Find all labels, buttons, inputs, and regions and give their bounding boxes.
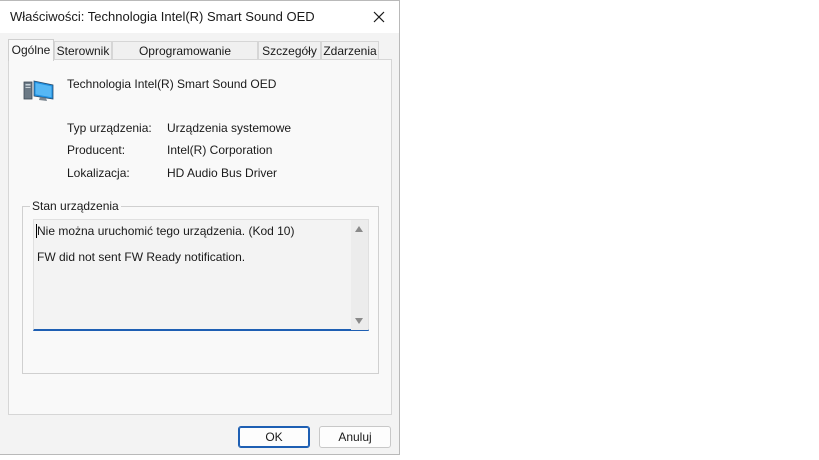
tab-label: Ogólne [11, 43, 51, 57]
tab-events[interactable]: Zdarzenia [321, 41, 379, 60]
device-type-value: Urządzenia systemowe [167, 121, 292, 135]
vertical-scrollbar[interactable] [351, 220, 368, 330]
scroll-up-arrow-icon[interactable] [355, 226, 363, 232]
tab-label: Zdarzenia [323, 44, 377, 58]
tab-label: Sterownik [56, 44, 110, 58]
device-status-group: Stan urządzenia Nie można uruchomić tego… [22, 199, 379, 374]
manufacturer-value: Intel(R) Corporation [167, 143, 273, 157]
ok-button[interactable]: OK [238, 426, 310, 448]
tab-driver[interactable]: Sterownik [54, 41, 112, 60]
window-title: Właściwości: Technologia Intel(R) Smart … [10, 9, 315, 24]
computer-device-icon [23, 80, 54, 101]
general-tab-panel: Technologia Intel(R) Smart Sound OED Typ… [8, 59, 392, 415]
properties-dialog: Właściwości: Technologia Intel(R) Smart … [0, 0, 400, 455]
tab-firmware[interactable]: Oprogramowanie układowe [112, 41, 258, 72]
device-status-legend: Stan urządzenia [30, 199, 121, 213]
location-label: Lokalizacja: [67, 166, 130, 180]
tab-strip: Ogólne Sterownik Oprogramowanie układowe… [8, 39, 392, 72]
location-value: HD Audio Bus Driver [167, 166, 278, 180]
device-name: Technologia Intel(R) Smart Sound OED [67, 77, 277, 91]
tab-general[interactable]: Ogólne [8, 39, 54, 61]
close-button[interactable] [361, 3, 397, 31]
device-type-label: Typ urządzenia: [67, 121, 152, 135]
title-bar[interactable]: Właściwości: Technologia Intel(R) Smart … [0, 1, 399, 33]
status-detail: FW did not sent FW Ready notification. [37, 250, 246, 264]
cancel-button[interactable]: Anuluj [319, 426, 391, 448]
tab-label: Szczegóły [262, 44, 317, 58]
device-status-textbox[interactable]: Nie można uruchomić tego urządzenia. (Ko… [33, 219, 369, 331]
manufacturer-label: Producent: [67, 143, 126, 157]
tab-details[interactable]: Szczegóły [258, 41, 321, 60]
status-message: Nie można uruchomić tego urządzenia. (Ko… [37, 224, 295, 238]
scroll-down-arrow-icon[interactable] [355, 318, 363, 324]
close-icon [373, 11, 385, 23]
